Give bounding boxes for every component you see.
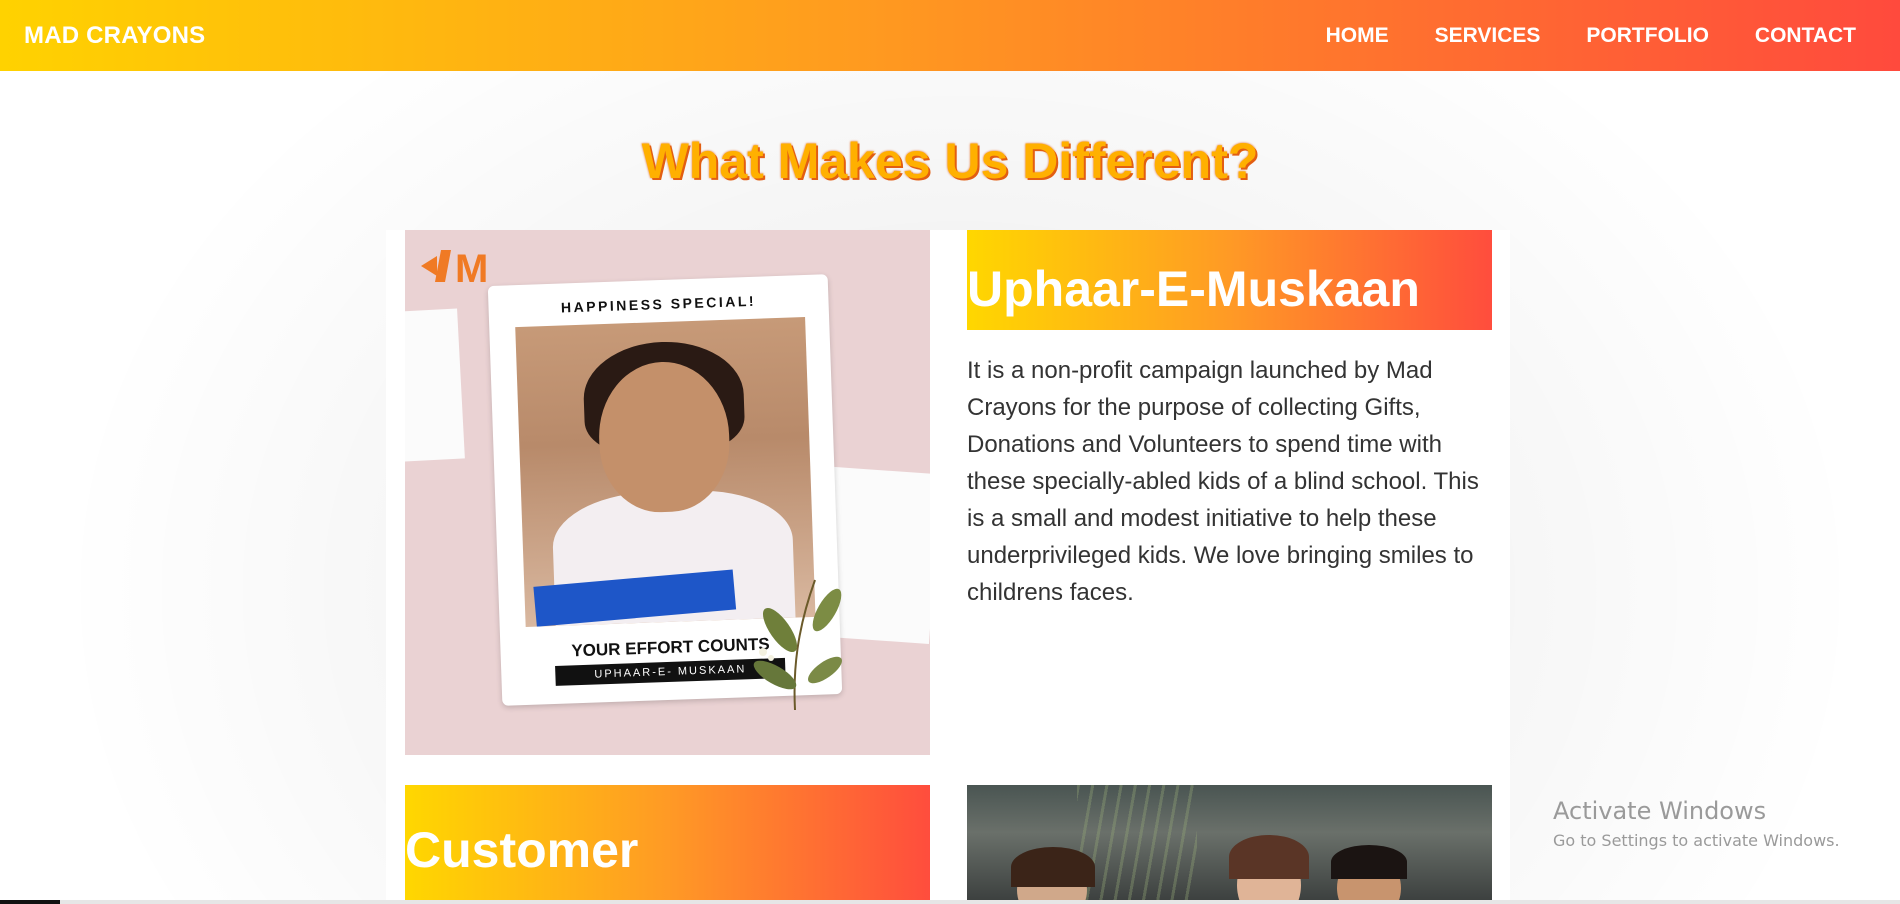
team-photo-image bbox=[967, 785, 1492, 904]
watermark-title: Activate Windows bbox=[1553, 797, 1767, 825]
nav-link-home[interactable]: HOME bbox=[1326, 24, 1389, 48]
svg-text:M: M bbox=[455, 247, 488, 288]
campaign-poster-image: M HAPPINESS SPECIAL! YOUR EFFORT COUNTS … bbox=[405, 230, 930, 755]
feature-title: Uphaar-E-Muskaan bbox=[967, 261, 1420, 317]
nav-link-services[interactable]: SERVICES bbox=[1435, 24, 1541, 48]
brand-logo[interactable]: MAD CRAYONS bbox=[24, 22, 205, 50]
photo-plant bbox=[1077, 785, 1197, 904]
feature-title-banner: Uphaar-E-Muskaan bbox=[967, 230, 1492, 330]
horizontal-scrollbar[interactable] bbox=[0, 900, 1900, 904]
leaf-decoration-icon bbox=[753, 579, 843, 710]
windows-activation-watermark: Activate Windows Go to Settings to activ… bbox=[1553, 797, 1840, 850]
mad-crayons-logo-icon: M bbox=[421, 247, 488, 288]
watermark-subtitle: Go to Settings to activate Windows. bbox=[1553, 831, 1840, 850]
customer-title: Customer bbox=[405, 822, 639, 878]
feature-description: It is a non-profit campaign launched by … bbox=[967, 357, 1479, 606]
photo-person-2-hair bbox=[1229, 835, 1309, 879]
nav-links: HOME SERVICES PORTFOLIO CONTACT bbox=[1280, 24, 1856, 48]
top-navbar: MAD CRAYONS HOME SERVICES PORTFOLIO CONT… bbox=[0, 0, 1900, 71]
photo-person-3-hair bbox=[1331, 845, 1407, 879]
nav-link-contact[interactable]: CONTACT bbox=[1755, 24, 1856, 48]
scrollbar-thumb[interactable] bbox=[0, 900, 60, 904]
nav-link-portfolio[interactable]: PORTFOLIO bbox=[1586, 24, 1709, 48]
section-title: What Makes Us Different? bbox=[641, 133, 1259, 189]
newspaper-clipping-left bbox=[405, 308, 465, 462]
photo-person-1-hair bbox=[1011, 847, 1095, 887]
poster-heading: HAPPINESS SPECIAL! bbox=[560, 292, 757, 316]
customer-title-banner: Customer bbox=[405, 785, 930, 904]
